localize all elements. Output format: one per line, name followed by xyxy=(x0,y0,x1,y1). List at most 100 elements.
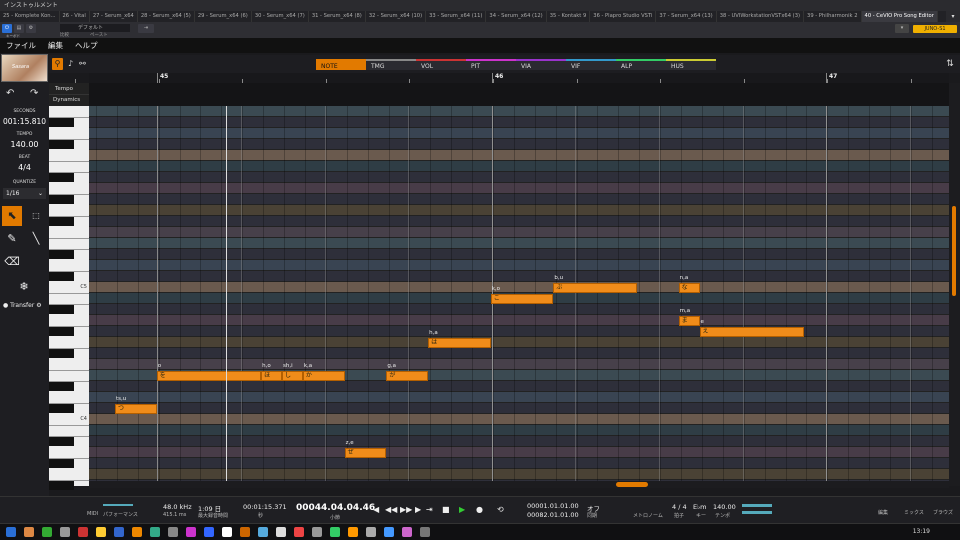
plugin-tab[interactable]: 27 - Serum_x64 xyxy=(90,11,138,22)
vertical-scroll-thumb[interactable] xyxy=(952,206,956,296)
taskbar-app-icon[interactable] xyxy=(258,527,268,537)
power-icon[interactable]: ⏻ xyxy=(2,24,12,33)
taskbar-app-icon[interactable] xyxy=(348,527,358,537)
pitch-row[interactable] xyxy=(89,150,949,161)
pitch-row[interactable] xyxy=(89,403,949,414)
pitch-row[interactable] xyxy=(89,425,949,436)
pitch-row[interactable] xyxy=(89,227,949,238)
note[interactable]: え xyxy=(699,326,804,337)
black-key[interactable] xyxy=(49,459,74,468)
beat-value[interactable]: 4/4 xyxy=(0,163,49,172)
taskbar-app-icon[interactable] xyxy=(6,527,16,537)
black-key[interactable] xyxy=(49,305,74,314)
plugin-tab[interactable]: 39 - Philharmonik 2 xyxy=(804,11,862,22)
plugin-tab[interactable]: 35 - Kontakt 9 xyxy=(547,11,591,22)
black-key[interactable] xyxy=(49,140,74,149)
play-icon[interactable]: ▶ xyxy=(459,505,465,514)
pencil-tool-icon[interactable]: ✎ xyxy=(2,229,22,249)
taskbar-app-icon[interactable] xyxy=(186,527,196,537)
note[interactable]: ほ xyxy=(261,370,282,381)
taskbar-app-icon[interactable] xyxy=(60,527,70,537)
menu-file[interactable]: ファイル xyxy=(0,39,42,53)
taskbar-app-icon[interactable] xyxy=(294,527,304,537)
pitch-row[interactable] xyxy=(89,348,949,359)
pitch-row[interactable] xyxy=(89,194,949,205)
tempo-value[interactable]: 140.00 xyxy=(0,140,49,149)
black-key[interactable] xyxy=(49,481,74,490)
pitch-row[interactable] xyxy=(89,414,949,425)
black-key[interactable] xyxy=(49,173,74,182)
black-key[interactable] xyxy=(49,217,74,226)
preset-selector[interactable]: デフォルト xyxy=(60,24,130,32)
taskbar-app-icon[interactable] xyxy=(168,527,178,537)
timeline-ruler[interactable]: 45 46 47 xyxy=(75,73,949,83)
plugin-tab[interactable]: 28 - Serum_x64 (5) xyxy=(138,11,195,22)
black-key[interactable] xyxy=(49,349,74,358)
pitch-row[interactable] xyxy=(89,381,949,392)
singer-settings-icon[interactable]: ⚲ xyxy=(52,58,63,70)
note[interactable]: し xyxy=(282,370,303,381)
plugin-name-badge[interactable]: JUNO-S1 xyxy=(913,25,957,33)
note[interactable]: か xyxy=(302,370,345,381)
loop-end[interactable]: 00082.01.01.00 xyxy=(527,511,579,519)
pitch-row[interactable] xyxy=(89,216,949,227)
black-key[interactable] xyxy=(49,437,74,446)
transfer-toggle[interactable]: ● Transfer ⚙ xyxy=(3,302,42,309)
playhead[interactable] xyxy=(226,106,227,486)
mixer-icon[interactable]: ⇅ xyxy=(944,58,956,70)
eraser-tool-icon[interactable]: ⌫ xyxy=(2,252,22,272)
note[interactable]: ぶ xyxy=(553,282,637,293)
edit-button[interactable]: 編集 xyxy=(878,509,888,516)
gear-icon[interactable]: ⚙ xyxy=(36,302,41,309)
rewind-start-icon[interactable]: ◀ xyxy=(373,505,379,514)
dynamics-lane-label[interactable]: Dynamics xyxy=(49,95,89,106)
freeze-icon[interactable]: ❄ xyxy=(14,277,34,297)
pitch-row[interactable] xyxy=(89,161,949,172)
quantize-select[interactable]: 1/16 ⌄ xyxy=(3,188,46,199)
vertical-scrollbar[interactable] xyxy=(949,83,960,486)
line-tool-icon[interactable]: ╲ xyxy=(26,229,46,249)
note[interactable]: な xyxy=(678,282,700,293)
loop-start[interactable]: 00001.01.01.00 xyxy=(527,502,579,510)
taskbar-app-icon[interactable] xyxy=(132,527,142,537)
taskbar-app-icon[interactable] xyxy=(384,527,394,537)
horizontal-scrollbar[interactable] xyxy=(89,481,949,488)
pitch-row[interactable] xyxy=(89,117,949,128)
select-tool-icon[interactable]: ⬉ xyxy=(2,206,22,226)
taskbar-app-icon[interactable] xyxy=(114,527,124,537)
taskbar-app-icon[interactable] xyxy=(240,527,250,537)
taskbar-app-icon[interactable] xyxy=(150,527,160,537)
black-key[interactable] xyxy=(49,118,74,127)
tab-vol[interactable]: VOL xyxy=(416,59,466,70)
tempo-lane-label[interactable]: Tempo xyxy=(49,83,89,95)
taskbar-app-icon[interactable] xyxy=(330,527,340,537)
time-signature[interactable]: 4 / 4 xyxy=(672,503,687,511)
plugin-tab[interactable]: 29 - Serum_x64 (6) xyxy=(195,11,252,22)
stop-icon[interactable]: ■ xyxy=(442,505,450,514)
pitch-row[interactable] xyxy=(89,436,949,447)
pitch-row[interactable] xyxy=(89,183,949,194)
pitch-row[interactable] xyxy=(89,128,949,139)
pitch-row[interactable] xyxy=(89,238,949,249)
pitch-row[interactable] xyxy=(89,304,949,315)
plugin-tab[interactable]: 40 - CeVIO Pro Song Editor xyxy=(861,11,938,22)
taskbar-app-icon[interactable] xyxy=(24,527,34,537)
taskbar-app-icon[interactable] xyxy=(402,527,412,537)
tab-note[interactable]: NOTE xyxy=(316,59,366,70)
mic-icon[interactable]: ♪ xyxy=(65,58,76,70)
mix-button[interactable]: ミックス xyxy=(904,509,924,516)
taskbar-app-icon[interactable] xyxy=(96,527,106,537)
taskbar-app-icon[interactable] xyxy=(420,527,430,537)
next-preset-button[interactable]: ⇥ xyxy=(138,24,154,33)
black-key[interactable] xyxy=(49,250,74,259)
redo-icon[interactable]: ↷ xyxy=(30,88,38,99)
plugin-tab[interactable]: 37 - Serum_x64 (13) xyxy=(656,11,717,22)
pitch-row[interactable] xyxy=(89,249,949,260)
rewind-icon[interactable]: ◀◀ xyxy=(385,505,397,514)
goto-end-icon[interactable]: ⇥ xyxy=(426,505,433,514)
horizontal-scroll-thumb[interactable] xyxy=(616,482,648,487)
taskbar-app-icon[interactable] xyxy=(204,527,214,537)
pitch-row[interactable] xyxy=(89,359,949,370)
pitch-row[interactable] xyxy=(89,392,949,403)
plugin-tab[interactable]: 38 - UVIWorkstationVSTx64 (3) xyxy=(717,11,805,22)
